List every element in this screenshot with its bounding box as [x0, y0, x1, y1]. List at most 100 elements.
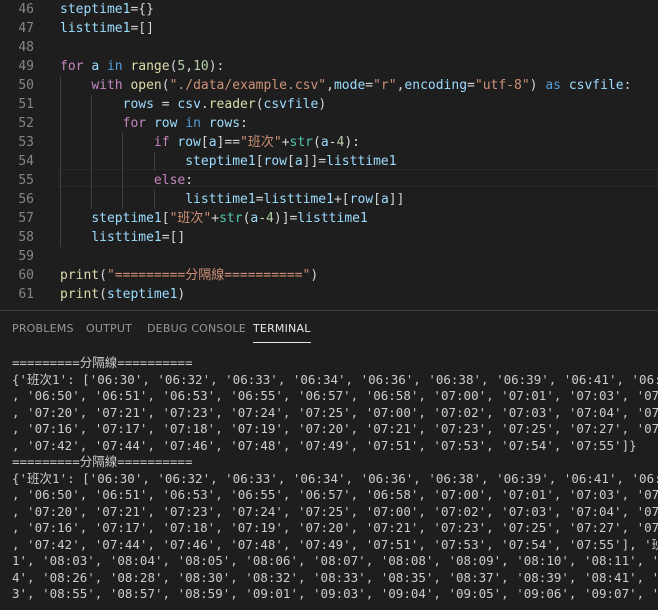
code-token: a [91, 59, 100, 74]
tab-output[interactable]: OUTPUT [86, 322, 132, 335]
code-token: open [130, 78, 162, 93]
code-token: ]] [388, 192, 405, 207]
code-text: else: [60, 171, 193, 190]
terminal-line: , '07:42', '07:44', '07:46', '07:48', '0… [12, 536, 658, 552]
code-token: a [320, 135, 329, 150]
code-token: a [208, 135, 217, 150]
code-token: range [130, 59, 170, 74]
code-token: ]]= [302, 154, 327, 169]
line-number: 53 [18, 135, 34, 150]
terminal-line: =========分隔線========== [12, 355, 193, 370]
code-line: 56 listtime1=listtime1+[row[a]] [0, 190, 658, 209]
code-token: rows [122, 97, 154, 112]
code-token: for [60, 59, 84, 74]
code-token: [ [200, 135, 209, 150]
code-token: in [185, 116, 201, 131]
panel-tabs: PROBLEMS OUTPUT DEBUG CONSOLE TERMINAL [0, 311, 658, 347]
code-token: ): [344, 135, 360, 150]
code-token: [ [161, 211, 170, 226]
terminal-line: , '07:20', '07:21', '07:23', '07:24', '0… [12, 404, 658, 420]
code-token: ( [255, 97, 264, 112]
code-token: listtime1 [326, 154, 397, 169]
tab-terminal[interactable]: TERMINAL [253, 322, 311, 343]
code-token: csv [177, 97, 201, 112]
terminal-line: , '07:16', '07:17', '07:18', '07:19', '0… [12, 421, 658, 436]
code-line: 50 with open("./data/example.csv",mode="… [0, 76, 658, 95]
code-line: 51 rows = csv.reader(csvfile) [0, 95, 658, 114]
line-number: 49 [18, 59, 34, 74]
code-token: for [122, 116, 147, 131]
code-token: reader [208, 97, 256, 112]
code-text: for row in rows: [60, 114, 248, 133]
code-token: [ [373, 192, 381, 207]
code-token: = [255, 192, 264, 207]
code-token: ]== [216, 135, 241, 150]
code-token: )]= [273, 211, 298, 226]
code-text: print("=========分隔線==========") [60, 266, 318, 285]
code-token: ={} [130, 2, 154, 17]
code-token: = [365, 78, 374, 93]
line-number: 54 [18, 154, 34, 169]
tab-debug-console[interactable]: DEBUG CONSOLE [147, 322, 246, 335]
line-number: 51 [18, 97, 34, 112]
code-line: 57 steptime1["班次"+str(a-4)]=listtime1 [0, 209, 658, 228]
code-token: row [263, 154, 287, 169]
code-line: 47 listtime1=[] [0, 19, 658, 38]
code-token: ) [310, 268, 319, 283]
code-token: steptime1 [91, 211, 162, 226]
code-token: csvfile [568, 78, 624, 93]
code-token: + [281, 135, 290, 150]
code-token: ) [529, 78, 546, 93]
code-token: "班次" [240, 135, 282, 150]
terminal-line: 1', '08:03', '08:04', '08:05', '08:06', … [12, 553, 658, 568]
code-token: , [326, 78, 334, 93]
code-token: else [153, 173, 186, 188]
code-token: "班次" [169, 211, 212, 226]
code-token: steptime1 [185, 154, 256, 169]
code-token: rows [208, 116, 241, 131]
code-token: ( [99, 287, 107, 302]
code-token: . [200, 97, 209, 112]
line-number: 48 [18, 40, 34, 55]
code-text: for a in range(5,10): [60, 57, 224, 76]
tab-problems[interactable]: PROBLEMS [12, 322, 74, 335]
terminal-line: {'班次1': ['06:30', '06:32', '06:33', '06:… [12, 470, 658, 486]
code-line: 60 print("=========分隔線==========") [0, 266, 658, 285]
code-token: : [185, 173, 194, 188]
code-token: "=========分隔線==========" [106, 268, 311, 283]
code-line: 55 else: [0, 171, 658, 190]
terminal-output[interactable]: =========分隔線========== {'班次1': ['06:30', … [12, 355, 658, 610]
code-token: : [623, 78, 632, 93]
code-token: ( [161, 78, 170, 93]
code-token: row [177, 135, 201, 150]
code-editor[interactable]: 46 steptime1={} 47 listtime1=[] 48 49 for a in… [0, 0, 658, 310]
code-token: listtime1 [185, 192, 256, 207]
code-line: 48 [0, 38, 658, 57]
code-token: "./data/example.csv" [169, 78, 327, 93]
code-line: 58 listtime1=[] [0, 228, 658, 247]
code-token: , [185, 59, 194, 74]
terminal-line: , '07:16', '07:17', '07:18', '07:19', '0… [12, 520, 658, 535]
terminal-line: , '06:50', '06:51', '06:53', '06:55', '0… [12, 388, 658, 403]
terminal-line: , '07:20', '07:21', '07:23', '07:24', '0… [12, 503, 658, 519]
terminal-line: 3', '08:55', '08:57', '08:59', '09:01', … [12, 586, 658, 601]
code-token: [ [255, 154, 264, 169]
code-line: 52 for row in rows: [0, 114, 658, 133]
code-line: 49 for a in range(5,10): [0, 57, 658, 76]
code-token: str [219, 211, 243, 226]
code-token: with [91, 78, 123, 93]
code-token: ( [99, 268, 107, 283]
code-line: 46 steptime1={} [0, 0, 658, 19]
line-number: 60 [18, 268, 34, 283]
code-text: steptime1["班次"+str(a-4)]=listtime1 [60, 209, 368, 228]
code-token: steptime1 [60, 2, 131, 17]
code-token: str [289, 135, 313, 150]
